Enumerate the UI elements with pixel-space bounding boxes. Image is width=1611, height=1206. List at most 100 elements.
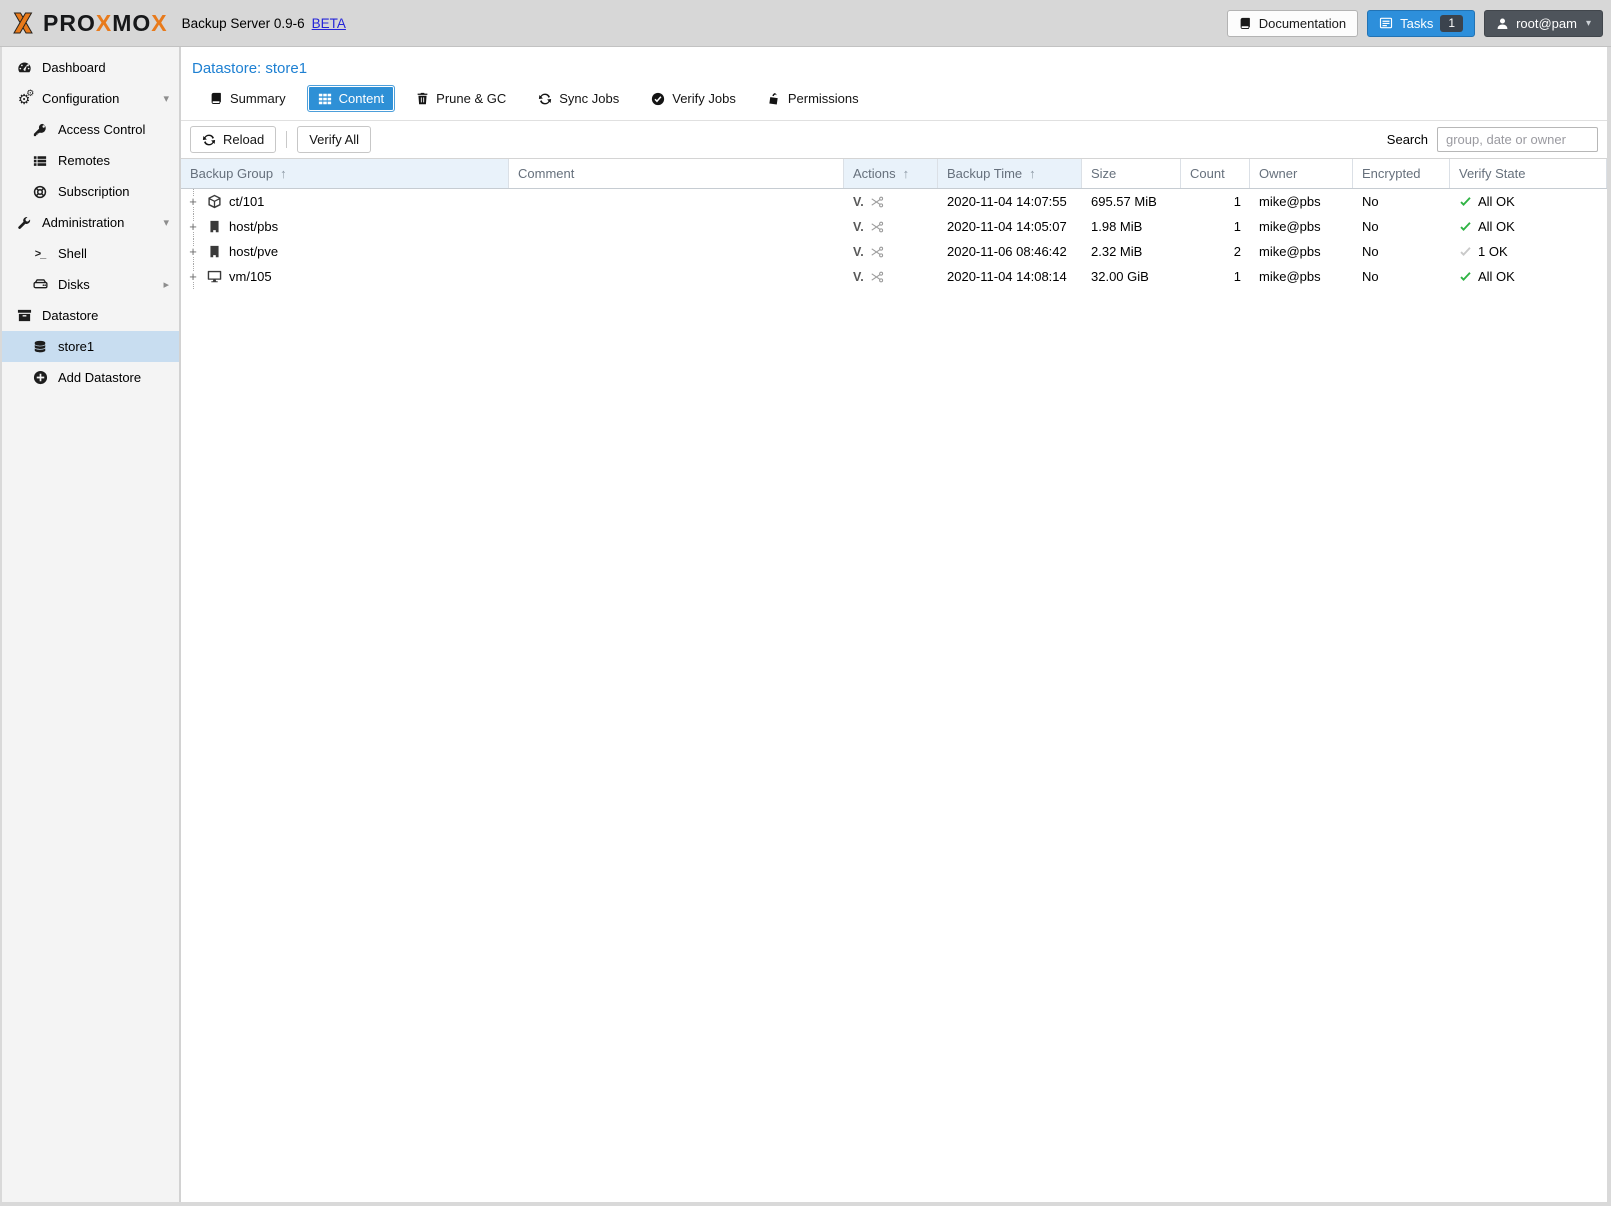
beta-link[interactable]: BETA <box>312 16 346 31</box>
column-header-size[interactable]: Size <box>1082 159 1181 188</box>
tab-prune-gc[interactable]: Prune & GC <box>405 85 517 112</box>
tab-bar: Summary Content Prune & GC Sync Jobs Verify … <box>181 82 1607 121</box>
cell-group: +ct/101 <box>181 189 509 214</box>
sidebar-item-store1[interactable]: store1 <box>2 331 179 362</box>
prune-action-icon[interactable] <box>870 245 884 259</box>
book-icon <box>1239 17 1252 30</box>
task-list-icon <box>1379 16 1393 30</box>
caret-down-icon[interactable]: ▾ <box>163 92 169 105</box>
documentation-button[interactable]: Documentation <box>1227 10 1358 37</box>
sidebar-item-dashboard[interactable]: Dashboard <box>2 52 179 83</box>
caret-down-icon[interactable]: ▾ <box>163 216 169 229</box>
cell-value-owner: mike@pbs <box>1259 269 1321 284</box>
cell-size: 2.32 MiB <box>1082 239 1181 264</box>
sidebar-item-configuration[interactable]: ⚙⚙Configuration▾ <box>2 83 179 114</box>
tab-content[interactable]: Content <box>307 85 396 112</box>
cell-comment <box>509 239 844 264</box>
column-header-label: Size <box>1091 166 1116 181</box>
logo-segment: X <box>96 10 112 36</box>
cell-encrypted: No <box>1353 264 1450 289</box>
verify-action[interactable]: V. <box>853 245 864 259</box>
table-row[interactable]: +host/pveV.2020-11-06 08:46:422.32 MiB2m… <box>181 239 1607 264</box>
verify-all-button[interactable]: Verify All <box>297 126 371 153</box>
expand-icon[interactable]: + <box>186 214 200 239</box>
expand-icon[interactable]: + <box>186 189 200 214</box>
prune-action-icon[interactable] <box>870 220 884 234</box>
user-menu-button[interactable]: root@pam ▾ <box>1484 10 1603 37</box>
verify-action[interactable]: V. <box>853 270 864 284</box>
tab-sync-jobs[interactable]: Sync Jobs <box>527 85 630 112</box>
expand-icon[interactable]: + <box>186 264 200 289</box>
cell-owner: mike@pbs <box>1250 264 1353 289</box>
cell-comment <box>509 189 844 214</box>
tab-label: Verify Jobs <box>672 91 736 106</box>
cell-value-encrypted: No <box>1362 244 1379 259</box>
unlock-icon <box>768 92 781 105</box>
column-header-backup-group[interactable]: Backup Group↑ <box>181 159 509 188</box>
cell-backup_time: 2020-11-04 14:05:07 <box>938 214 1082 239</box>
sidebar-item-datastore[interactable]: Datastore <box>2 300 179 331</box>
check-icon <box>1459 270 1472 283</box>
column-header-label: Actions <box>853 166 896 181</box>
sidebar-item-label: Access Control <box>58 122 145 137</box>
wrench-icon <box>15 216 33 230</box>
cell-verify_state: All OK <box>1450 264 1607 289</box>
prune-action-icon[interactable] <box>870 270 884 284</box>
check-circle-icon <box>651 92 665 106</box>
cell-size: 32.00 GiB <box>1082 264 1181 289</box>
reload-button[interactable]: Reload <box>190 126 276 153</box>
toolbar: Reload Verify All Search <box>181 121 1607 158</box>
cell-verify_state: All OK <box>1450 189 1607 214</box>
cell-comment <box>509 214 844 239</box>
cell-size: 695.57 MiB <box>1082 189 1181 214</box>
cell-verify_state: 1 OK <box>1450 239 1607 264</box>
caret-right-icon[interactable]: ▸ <box>163 278 169 291</box>
table-row[interactable]: +host/pbsV.2020-11-04 14:05:071.98 MiB1m… <box>181 214 1607 239</box>
table-row[interactable]: +ct/101 V. 2020-11-04 14:07:55 695.57 MiB 1 m… <box>181 189 1607 214</box>
cell-value-count: 1 <box>1234 269 1241 284</box>
column-header-label: Backup Group <box>190 166 273 181</box>
cell-owner: mike@pbs <box>1250 239 1353 264</box>
cell-value-owner: mike@pbs <box>1259 194 1321 209</box>
tab-verify-jobs[interactable]: Verify Jobs <box>640 85 747 112</box>
table-row[interactable]: +vm/105V.2020-11-04 14:08:1432.00 GiB1mi… <box>181 264 1607 289</box>
sidebar-item-access-control[interactable]: Access Control <box>2 114 179 145</box>
tab-label: Sync Jobs <box>559 91 619 106</box>
remotes-icon <box>31 154 49 168</box>
sidebar-item-add-datastore[interactable]: Add Datastore <box>2 362 179 393</box>
sidebar-item-label: Add Datastore <box>58 370 141 385</box>
column-header-label: Owner <box>1259 166 1297 181</box>
sidebar-item-administration[interactable]: Administration ▾ <box>2 207 179 238</box>
sidebar-item-shell[interactable]: >_Shell <box>2 238 179 269</box>
sidebar-item-label: Administration <box>42 215 124 230</box>
column-header-verify-state[interactable]: Verify State <box>1450 159 1607 188</box>
column-header-owner[interactable]: Owner <box>1250 159 1353 188</box>
check-icon <box>1459 220 1472 233</box>
trash-icon <box>416 92 429 105</box>
column-header-encrypted[interactable]: Encrypted <box>1353 159 1450 188</box>
terminal-icon: >_ <box>31 248 49 260</box>
cell-value-backup_time: 2020-11-04 14:07:55 <box>947 194 1067 209</box>
topbar-actions: Documentation Tasks 1 root@pam ▾ <box>1227 10 1603 37</box>
column-header-backup-time[interactable]: Backup Time↑ <box>938 159 1082 188</box>
cell-value-count: 1 <box>1234 194 1241 209</box>
tab-summary[interactable]: Summary <box>199 85 297 112</box>
sidebar-item-disks[interactable]: Disks▸ <box>2 269 179 300</box>
verify-action[interactable]: V. <box>853 220 864 234</box>
sidebar-item-subscription[interactable]: Subscription <box>2 176 179 207</box>
verify-action[interactable]: V. <box>853 195 864 209</box>
cell-verify_state: All OK <box>1450 214 1607 239</box>
tasks-button[interactable]: Tasks 1 <box>1367 10 1475 37</box>
expand-icon[interactable]: + <box>186 239 200 264</box>
tasks-count-badge: 1 <box>1440 15 1463 32</box>
tab-permissions[interactable]: Permissions <box>757 85 870 112</box>
column-header-count[interactable]: Count <box>1181 159 1250 188</box>
column-header-actions[interactable]: Actions↑ <box>844 159 938 188</box>
user-icon <box>1496 17 1509 30</box>
sidebar-item-remotes[interactable]: Remotes <box>2 145 179 176</box>
column-header-comment[interactable]: Comment <box>509 159 844 188</box>
tab-label: Summary <box>230 91 286 106</box>
search-input[interactable] <box>1437 127 1598 152</box>
prune-action-icon[interactable] <box>870 195 884 209</box>
verify-state-label: All OK <box>1478 194 1515 209</box>
